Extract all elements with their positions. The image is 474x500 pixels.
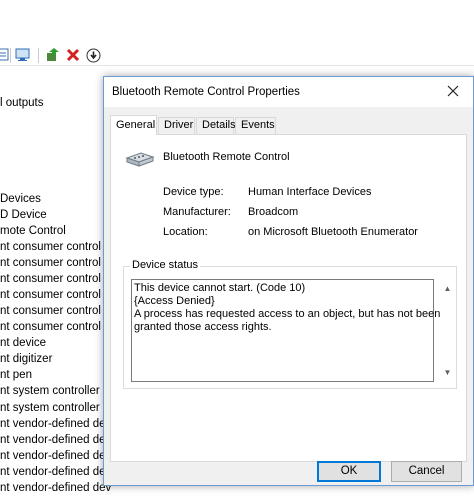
status-line: This device cannot start. (Code 10) [134, 282, 306, 294]
cancel-button[interactable]: Cancel [391, 461, 462, 482]
tree-item[interactable]: Devices [0, 191, 41, 207]
scroll-up-icon[interactable]: ▲ [439, 280, 456, 297]
dialog-title: Bluetooth Remote Control Properties [112, 86, 300, 98]
tab-driver[interactable]: Driver [158, 117, 195, 134]
tree-item[interactable]: l outputs [0, 95, 43, 111]
device-manager-toolbar [0, 44, 474, 66]
properties-dialog: Bluetooth Remote Control Properties Gene… [103, 76, 474, 486]
tab-general[interactable]: General [110, 115, 157, 135]
tree-item[interactable]: nt digitizer [0, 351, 52, 367]
tree-item[interactable]: nt vendor-defined dev [0, 448, 111, 464]
manufacturer-value: Broadcom [248, 206, 299, 218]
disable-device-icon[interactable] [84, 47, 102, 63]
tree-item[interactable]: nt consumer control d [0, 287, 111, 303]
uninstall-device-icon[interactable] [64, 47, 82, 63]
tree-item[interactable]: nt vendor-defined dev [0, 416, 111, 432]
dialog-titlebar[interactable]: Bluetooth Remote Control Properties [104, 77, 473, 107]
status-line: {Access Denied} [134, 295, 215, 307]
status-scrollbar[interactable]: ▲ ▼ [439, 280, 456, 381]
tree-item[interactable]: nt device [0, 335, 46, 351]
close-icon[interactable] [445, 83, 461, 99]
tree-item[interactable]: nt consumer control d [0, 319, 111, 335]
manufacturer-label: Manufacturer: [163, 206, 231, 218]
update-driver-icon[interactable] [44, 47, 62, 63]
tree-item[interactable]: D Device [0, 207, 47, 223]
tree-item[interactable]: nt pen [0, 367, 32, 383]
tree-item[interactable]: nt vendor-defined dev [0, 480, 111, 496]
device-status-title: Device status [130, 259, 201, 271]
scan-hardware-icon[interactable] [14, 47, 32, 63]
tab-events[interactable]: Events [235, 117, 276, 134]
device-type-label: Device type: [163, 186, 224, 198]
location-value: on Microsoft Bluetooth Enumerator [248, 226, 418, 238]
device-status-group: Device status This device cannot start. … [123, 259, 457, 389]
tab-details[interactable]: Details [196, 117, 236, 134]
ok-button[interactable]: OK [317, 461, 381, 482]
location-label: Location: [163, 226, 208, 238]
tree-item[interactable]: mote Control [0, 223, 66, 239]
bluetooth-remote-icon [125, 149, 155, 171]
device-status-textbox[interactable]: This device cannot start. (Code 10) {Acc… [131, 279, 451, 382]
device-type-value: Human Interface Devices [248, 186, 372, 198]
tree-item[interactable]: nt consumer control d [0, 255, 111, 271]
status-line: A process has requested access to an obj… [134, 308, 441, 320]
tree-item[interactable]: nt system controller [0, 383, 100, 399]
device-manager-menubar: p [0, 22, 474, 60]
tree-item[interactable]: nt system controller [0, 400, 100, 416]
tree-item[interactable]: nt vendor-defined dev [0, 432, 111, 448]
scroll-down-icon[interactable]: ▼ [439, 364, 456, 381]
tree-item[interactable]: nt consumer control d [0, 303, 111, 319]
status-line: granted those access rights. [134, 321, 272, 333]
tree-item[interactable]: nt consumer control d [0, 239, 111, 255]
tree-item[interactable]: nt vendor-defined dev [0, 464, 111, 480]
tree-item[interactable]: nt consumer control d [0, 271, 111, 287]
general-tab-panel: Bluetooth Remote Control Device type: Hu… [110, 134, 467, 462]
device-name: Bluetooth Remote Control [163, 151, 290, 163]
